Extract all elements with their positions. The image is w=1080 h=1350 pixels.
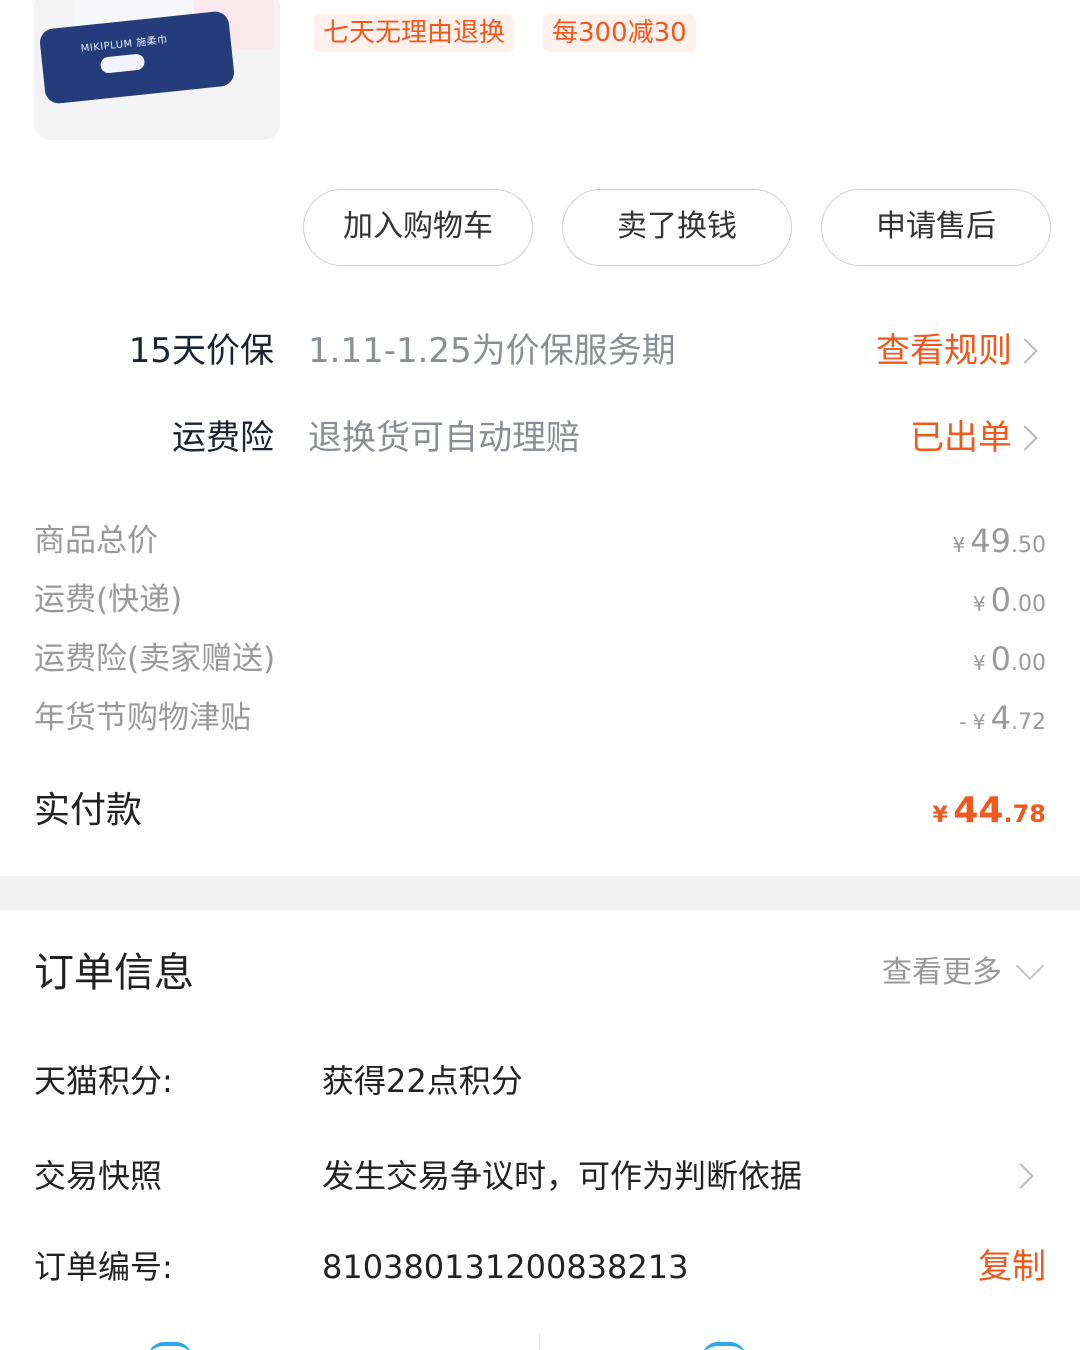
price-row-subsidy: 年货节购物津贴 - ¥ 4.72 (34, 696, 1046, 740)
product-thumbnail[interactable]: MIKIPLUM 施柔巾 (34, 0, 280, 140)
service-title: 15天价保 (128, 331, 274, 371)
customer-service-icon[interactable] (702, 1342, 746, 1350)
tag-discount: 每300减30 (543, 14, 696, 52)
info-value: 发生交易争议时，可作为判断依据 (322, 1157, 803, 1195)
section-divider (0, 876, 1080, 910)
contact-seller-icon[interactable] (148, 1342, 192, 1350)
price-value: ¥ 49.50 (952, 522, 1046, 560)
copy-button[interactable]: 复制 (978, 1242, 1046, 1292)
thumbnail-brand-text: MIKIPLUM 施柔巾 (80, 34, 169, 55)
shipping-insurance-row[interactable]: 运费险 退换货可自动理赔 已出单 (0, 413, 1080, 463)
tmall-points-row: 天猫积分: 获得22点积分 (34, 1056, 1046, 1106)
price-row-shipping-insurance: 运费险(卖家赠送) ¥ 0.00 (34, 637, 1046, 681)
insurance-issued-link[interactable]: 已出单 (910, 413, 1012, 463)
info-value: 获得22点积分 (322, 1062, 523, 1100)
chevron-right-icon (1008, 1163, 1034, 1189)
info-label: 订单编号: (34, 1248, 173, 1286)
chevron-right-icon (1012, 425, 1038, 451)
price-value: ¥ 0.00 (972, 581, 1046, 619)
after-sale-button[interactable]: 申请售后 (821, 189, 1051, 266)
add-to-cart-button[interactable]: 加入购物车 (303, 189, 533, 266)
total-value: ¥ 44.78 (932, 790, 1046, 831)
price-label: 运费(快递) (34, 582, 183, 618)
service-title: 运费险 (172, 418, 274, 458)
total-paid-row: 实付款 ¥ 44.78 (34, 784, 1046, 838)
info-label: 天猫积分: (34, 1062, 173, 1100)
price-row-shipping: 运费(快递) ¥ 0.00 (34, 578, 1046, 622)
price-label: 运费险(卖家赠送) (34, 641, 276, 677)
resell-button[interactable]: 卖了换钱 (562, 189, 792, 266)
chevron-right-icon (1012, 338, 1038, 364)
view-rules-link[interactable]: 查看规则 (876, 326, 1012, 376)
price-value: - ¥ 4.72 (959, 699, 1046, 737)
order-info-title: 订单信息 (34, 950, 194, 996)
info-label: 交易快照 (34, 1157, 163, 1195)
order-number-value: 8103801312008382​13 (322, 1248, 689, 1286)
price-label: 年货节购物津贴 (34, 700, 251, 736)
total-label: 实付款 (34, 790, 143, 831)
price-label: 商品总价 (34, 523, 158, 559)
view-more-link[interactable]: 查看更多 (882, 950, 1002, 996)
service-desc: 退换货可自动理赔 (308, 418, 580, 458)
chevron-down-icon[interactable] (1015, 951, 1045, 981)
price-value: ¥ 0.00 (972, 640, 1046, 678)
trade-snapshot-row[interactable]: 交易快照 发生交易争议时，可作为判断依据 (34, 1151, 1046, 1201)
price-protection-row[interactable]: 15天价保 1.11-1.25为价保服务期 查看规则 (0, 326, 1080, 376)
price-row-goods-total: 商品总价 ¥ 49.50 (34, 519, 1046, 563)
tag-seven-day-return: 七天无理由退换 (314, 14, 515, 52)
order-number-row: 订单编号: 8103801312008382​13 复制 (34, 1242, 1046, 1292)
service-desc: 1.11-1.25为价保服务期 (308, 331, 676, 371)
thumbnail-package-window (99, 53, 146, 74)
thumbnail-package-front: MIKIPLUM 施柔巾 (38, 10, 236, 105)
toolbar-divider (539, 1334, 540, 1350)
